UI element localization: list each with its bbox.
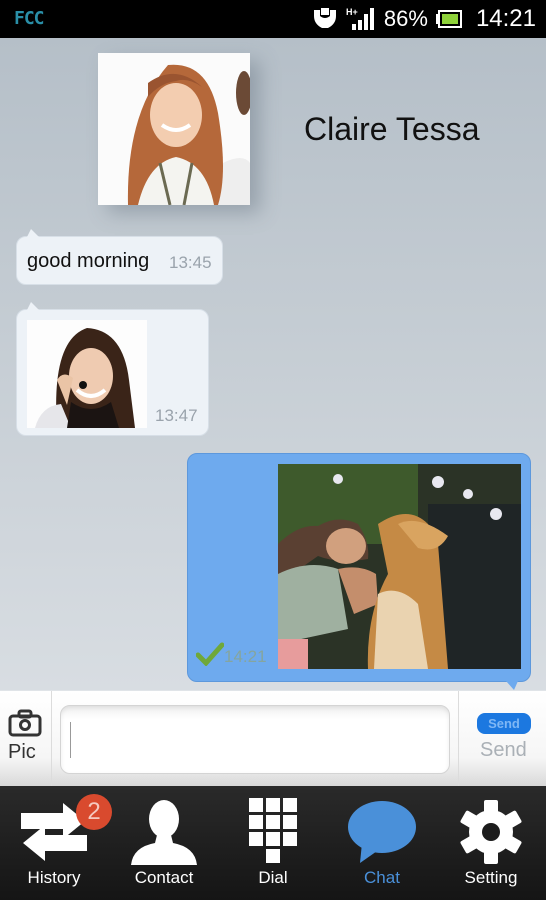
tab-setting[interactable]: Setting: [441, 786, 541, 900]
pic-button[interactable]: Pic: [0, 691, 52, 787]
message-bubble-incoming[interactable]: good morning 13:45: [16, 229, 223, 285]
compose-bar: Pic Send Send: [0, 690, 546, 787]
clock: 14:21: [475, 5, 536, 32]
contact-photo: [98, 53, 250, 205]
person-icon: [131, 800, 197, 865]
tab-label: Contact: [134, 868, 194, 887]
tab-dial[interactable]: Dial: [223, 786, 323, 900]
send-label: Send: [480, 739, 527, 761]
signal-icon: H+: [346, 7, 374, 30]
history-badge: 2: [76, 794, 112, 830]
pic-label: Pic: [8, 741, 36, 763]
status-bar: FCC H+ 86% 14:21: [0, 0, 546, 38]
contact-name: Claire Tessa: [304, 111, 480, 147]
carrier-logo: FCC: [14, 8, 44, 29]
message-bubble-incoming[interactable]: 13:47: [16, 302, 209, 436]
hands-icon: [313, 8, 336, 28]
battery-icon: [435, 10, 462, 28]
chat-area[interactable]: Claire Tessa good morning 13:45 13:47 14…: [0, 38, 546, 690]
message-image[interactable]: [27, 320, 147, 428]
tab-chat[interactable]: Chat: [332, 786, 432, 900]
message-time: 13:47: [155, 406, 198, 425]
message-time: 13:45: [169, 253, 212, 272]
battery-percent: 86%: [383, 6, 428, 31]
tab-history[interactable]: 2 History: [4, 786, 112, 900]
delivered-check-icon: [196, 642, 224, 666]
tab-label: History: [27, 868, 81, 887]
message-image[interactable]: [278, 464, 521, 669]
message-bubble-outgoing[interactable]: 14:21: [187, 453, 531, 690]
send-button[interactable]: Send Send: [458, 691, 546, 787]
text-caret: [70, 722, 71, 758]
contact-avatar[interactable]: [98, 53, 250, 205]
tab-contact[interactable]: Contact: [114, 786, 214, 900]
send-icon: Send: [477, 713, 531, 734]
network-type: H+: [346, 7, 358, 17]
bottom-navigation: 2 History Contact Dial Chat Setting: [0, 786, 546, 900]
message-input[interactable]: [60, 705, 450, 774]
tab-label: Chat: [364, 868, 400, 887]
dialpad-icon: [249, 798, 297, 863]
tab-label: Dial: [258, 868, 288, 887]
message-text: good morning: [27, 250, 150, 272]
tab-label: Setting: [464, 868, 518, 887]
message-time: 14:21: [224, 647, 267, 666]
chat-bubble-icon: [348, 801, 416, 863]
camera-icon: [8, 709, 42, 737]
gear-icon: [460, 800, 522, 864]
